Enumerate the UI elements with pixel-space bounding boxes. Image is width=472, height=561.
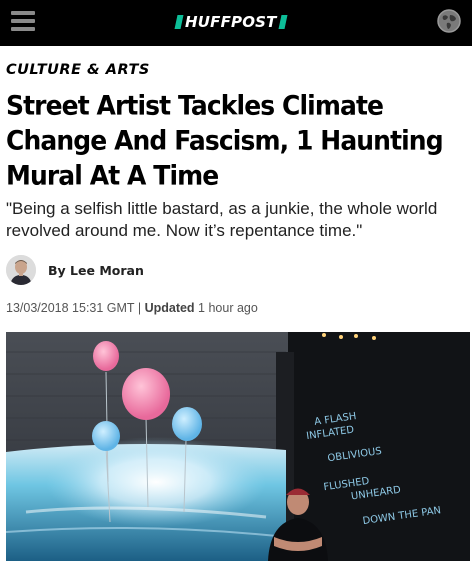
publish-timestamp: 13/03/2018 15:31 GMT	[6, 301, 135, 315]
mural-illustration: A FLASH INFLATED OBLIVIOUS FLUSHED UNHEA…	[6, 332, 470, 561]
byline-prefix: By	[48, 262, 66, 278]
author-name[interactable]: By Lee Moran	[48, 263, 144, 278]
byline: By Lee Moran	[6, 254, 144, 286]
logo-accent-left	[174, 15, 184, 29]
dateline-separator: |	[137, 301, 142, 315]
article-headline: Street Artist Tackles Climate Change And…	[6, 90, 444, 191]
updated-timestamp: 1 hour ago	[198, 301, 258, 315]
top-navigation-bar: HUFFPOST	[0, 0, 472, 46]
dateline: 13/03/2018 15:31 GMT | Updated 1 hour ag…	[6, 301, 258, 315]
section-label[interactable]: CULTURE & ARTS	[6, 62, 150, 78]
article-subheadline: "Being a selfish little bastard, as a ju…	[6, 199, 438, 240]
logo-text: HUFFPOST	[185, 13, 277, 31]
logo-accent-right	[278, 15, 288, 29]
hamburger-menu-icon[interactable]	[11, 11, 35, 31]
huffpost-logo[interactable]: HUFFPOST	[174, 11, 288, 33]
author-avatar[interactable]	[6, 255, 36, 285]
updated-label: Updated	[144, 301, 195, 315]
byline-author[interactable]: Lee Moran	[70, 263, 144, 278]
globe-icon[interactable]	[436, 8, 462, 34]
hero-image[interactable]: A FLASH INFLATED OBLIVIOUS FLUSHED UNHEA…	[6, 332, 470, 561]
